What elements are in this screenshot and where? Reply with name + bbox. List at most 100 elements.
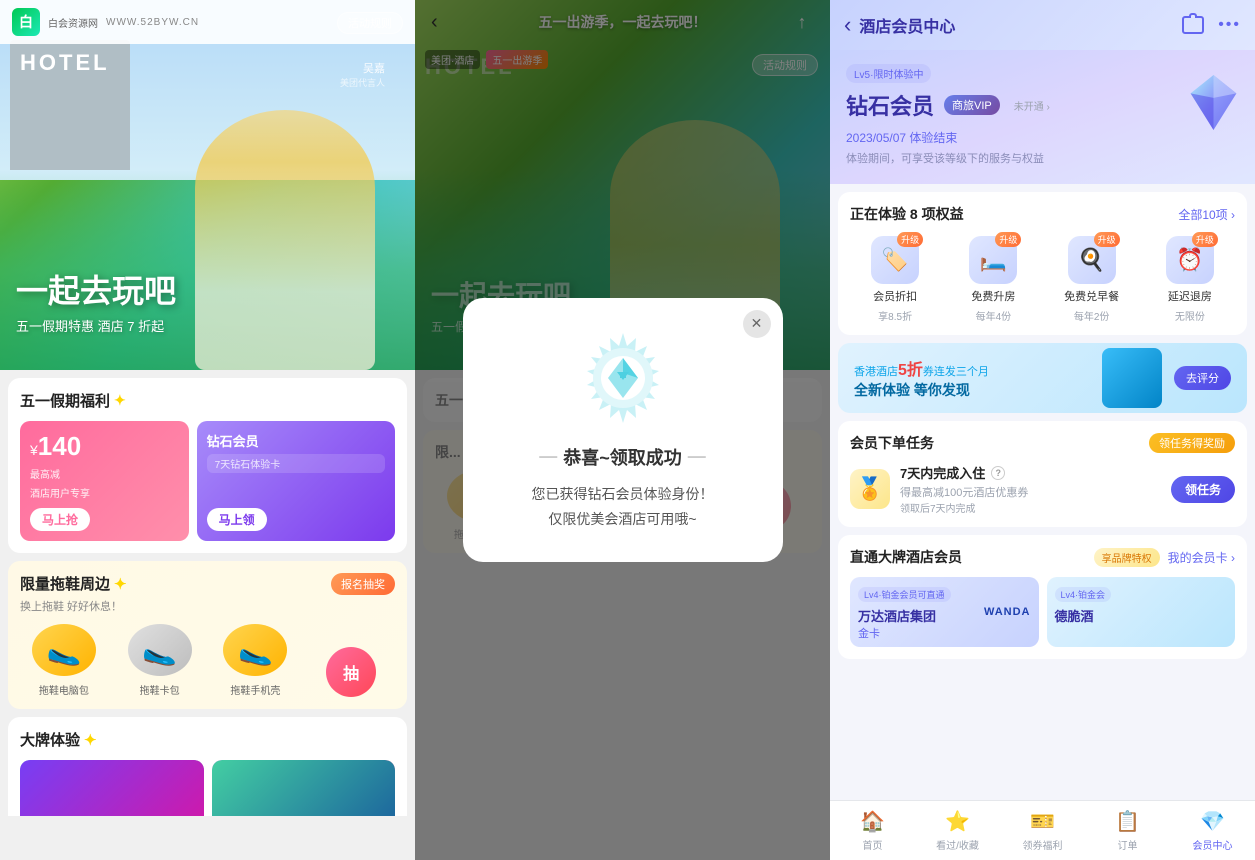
benefit-item-4: ⏰ 升级 延迟退房 无限份 xyxy=(1145,236,1235,323)
member-icon: 💎 xyxy=(1200,809,1225,834)
task-title: 会员下单任务 xyxy=(850,433,934,453)
favorites-label: 看过/收藏 xyxy=(936,837,979,852)
task-icon: 🏅 xyxy=(850,469,890,509)
benefits-grid: 🏷️ 升级 会员折扣 享8.5折 🛏️ 升级 免费升房 每年4份 xyxy=(850,236,1235,323)
raffle-circle[interactable]: 抽 xyxy=(326,647,376,697)
promo-banner: 香港酒店5折券连发三个月 全新体验 等你发现 去评分 xyxy=(838,343,1247,413)
discount-amount: ¥140 xyxy=(30,431,179,462)
nav-item-coupons[interactable]: 🎫 领券福利 xyxy=(1000,809,1085,852)
promo-review-btn[interactable]: 去评分 xyxy=(1174,366,1231,390)
benefit-badge-3: 升级 xyxy=(1094,232,1120,247)
right-top-bar: ‹ 酒店会员中心 ••• xyxy=(830,0,1255,50)
get-btn[interactable]: 马上领 xyxy=(207,508,267,531)
benefit-name-1: 会员折扣 xyxy=(873,288,917,304)
brand-card-2[interactable]: 美团住吧 xyxy=(212,760,396,816)
nav-item-orders[interactable]: 📋 订单 xyxy=(1085,809,1170,852)
modal-medal xyxy=(573,328,673,428)
benefit-emoji-3: 🍳 xyxy=(1078,247,1105,273)
promo-text-area: 香港酒店5折券连发三个月 全新体验 等你发现 xyxy=(854,356,1090,400)
benefit-icon-2: 🛏️ 升级 xyxy=(969,236,1017,284)
nav-item-favorites[interactable]: ⭐ 看过/收藏 xyxy=(915,809,1000,852)
benefits-all[interactable]: 全部10项 › xyxy=(1178,206,1235,223)
hotel-card-level-2: Lv4·铂金会 xyxy=(1055,587,1112,602)
task-btn[interactable]: 领任务 xyxy=(1171,476,1235,503)
benefit-badge-2: 升级 xyxy=(995,232,1021,247)
benefit-emoji-1: 🏷️ xyxy=(881,247,908,273)
welfare-section: 五一假期福利 ✦ ¥140 最高减 酒店用户专享 马上抢 钻石会员 7天钻石体验… xyxy=(8,378,407,553)
benefit-name-4: 延迟退房 xyxy=(1168,288,1212,304)
hotel-card-derou[interactable]: Lv4·铂金会 德脆酒 xyxy=(1047,577,1236,647)
benefit-desc-3: 每年2份 xyxy=(1074,308,1110,323)
hotel-card-level-1: Lv4·铂金会员可直通 xyxy=(858,587,951,602)
more-icon[interactable]: ••• xyxy=(1218,16,1241,34)
brand-title: 大牌体验 ✦ xyxy=(20,729,395,750)
modal-close-btn[interactable]: ✕ xyxy=(743,310,771,338)
slipper-icon-1: 🥿 xyxy=(32,624,96,676)
task-item: 🏅 7天内完成入住 ? 得最高减100元酒店优惠券 领取后7天内完成 领任务 xyxy=(850,463,1235,515)
task-section: 会员下单任务 领任务得奖励 🏅 7天内完成入住 ? 得最高减100元酒店优惠券 … xyxy=(838,421,1247,527)
orders-icon: 📋 xyxy=(1115,809,1140,834)
benefit-name-2: 免费升房 xyxy=(971,288,1015,304)
welfare-title: 五一假期福利 ✦ xyxy=(20,390,395,411)
task-help-icon[interactable]: ? xyxy=(991,466,1005,480)
slipper-items: 🥿 拖鞋电脑包 🥿 拖鞋卡包 🥿 拖鞋手机壳 xyxy=(20,624,395,697)
left-scroll: HOTEL 吴嘉 美团代言人 活动规则 一起去玩吧 五一假期特惠 酒店 7 折起 xyxy=(0,0,415,816)
slipper-label-2: 拖鞋卡包 xyxy=(140,682,180,697)
task-coupon: 得最高减100元酒店优惠券 xyxy=(900,484,1161,500)
not-open[interactable]: 未开通 › xyxy=(1014,98,1050,113)
task-reward-tag[interactable]: 领任务得奖励 xyxy=(1149,433,1235,453)
right-title: 酒店会员中心 xyxy=(859,13,1174,37)
home-label: 首页 xyxy=(863,837,883,852)
my-card-link[interactable]: 我的会员卡 › xyxy=(1168,549,1235,566)
raffle-btn[interactable]: 报名抽奖 xyxy=(331,573,395,595)
brand-perk-tag: 享品牌特权 xyxy=(1094,548,1160,567)
benefit-desc-1: 享8.5折 xyxy=(878,308,912,323)
discount-unit: 最高减 xyxy=(30,466,179,481)
member-name: 钻石会员 xyxy=(846,89,934,121)
task-name: 7天内完成入住 ? xyxy=(900,463,1161,482)
benefits-title: 正在体验 8 项权益 xyxy=(850,204,964,224)
member-nav-label: 会员中心 xyxy=(1193,837,1233,852)
member-hero-wrapper: Lv5·限时体验中 钻石会员 商旅VIP 未开通 › xyxy=(830,50,1255,184)
slipper-item-1: 🥿 拖鞋电脑包 xyxy=(20,624,108,697)
bottom-nav: 🏠 首页 ⭐ 看过/收藏 🎫 领券福利 📋 订单 💎 会员中心 xyxy=(830,800,1255,860)
diamond-member-label: 钻石会员 xyxy=(207,431,385,450)
medal-rays-svg xyxy=(573,328,673,428)
slipper-raffle[interactable]: 抽 xyxy=(307,647,395,697)
welfare-star: ✦ xyxy=(114,392,126,409)
benefit-desc-2: 每年4份 xyxy=(976,308,1012,323)
modal-title: 恭喜~领取成功 xyxy=(487,444,759,470)
back-icon-right[interactable]: ‹ xyxy=(844,12,851,38)
wujia-name: 吴嘉 xyxy=(340,60,385,76)
nav-item-home[interactable]: 🏠 首页 xyxy=(830,809,915,852)
nav-item-member[interactable]: 💎 会员中心 xyxy=(1170,809,1255,852)
benefit-desc-4: 无限份 xyxy=(1175,308,1205,323)
watermark: 白 白会资源网 WWW.52BYW.CN xyxy=(0,0,415,44)
member-expire: 2023/05/07 体验结束 xyxy=(846,129,1239,146)
modal-overlay[interactable]: 恭喜~领取成功 您已获得钻石会员体验身份！ 仅限优美会酒店可用哦~ ✕ xyxy=(415,0,830,860)
benefit-emoji-2: 🛏️ xyxy=(980,247,1007,273)
discount-desc: 酒店用户专享 xyxy=(30,485,179,500)
panel-left: 白 白会资源网 WWW.52BYW.CN HOTEL 吴嘉 美团代言人 活动规则 xyxy=(0,0,415,860)
favorites-icon: ⭐ xyxy=(945,809,970,834)
grab-btn[interactable]: 马上抢 xyxy=(30,508,90,531)
hotel-card-wanda[interactable]: Lv4·铂金会员可直通 万达酒店集团 金卡 WANDA xyxy=(850,577,1039,647)
trial-card: 7天钻石体验卡 xyxy=(207,454,385,473)
slipper-item-2: 🥿 拖鞋卡包 xyxy=(116,624,204,697)
hero-overlay-text: 一起去玩吧 五一假期特惠 酒店 7 折起 xyxy=(16,266,176,335)
wallet-icon[interactable] xyxy=(1182,16,1204,34)
benefit-item-1: 🏷️ 升级 会员折扣 享8.5折 xyxy=(850,236,940,323)
benefit-badge-4: 升级 xyxy=(1192,232,1218,247)
brand-card-1[interactable]: 大阁奇妙夜 xyxy=(20,760,204,816)
benefit-item-2: 🛏️ 升级 免费升房 每年4份 xyxy=(948,236,1038,323)
right-top-icons: ••• xyxy=(1182,16,1241,34)
task-header: 会员下单任务 领任务得奖励 xyxy=(850,433,1235,453)
slipper-item-3: 🥿 拖鞋手机壳 xyxy=(212,624,300,697)
hotel-card-type-1: 金卡 xyxy=(858,625,1031,641)
right-scroll: Lv5·限时体验中 钻石会员 商旅VIP 未开通 › xyxy=(830,50,1255,850)
hero-banner: HOTEL 吴嘉 美团代言人 活动规则 一起去玩吧 五一假期特惠 酒店 7 折起 xyxy=(0,0,415,370)
slipper-icon-3: 🥿 xyxy=(223,624,287,676)
watermark-site: 白会资源网 xyxy=(48,15,98,30)
brand-card-1-bg xyxy=(20,760,204,816)
brand-cards: 大阁奇妙夜 美团住吧 xyxy=(20,760,395,816)
